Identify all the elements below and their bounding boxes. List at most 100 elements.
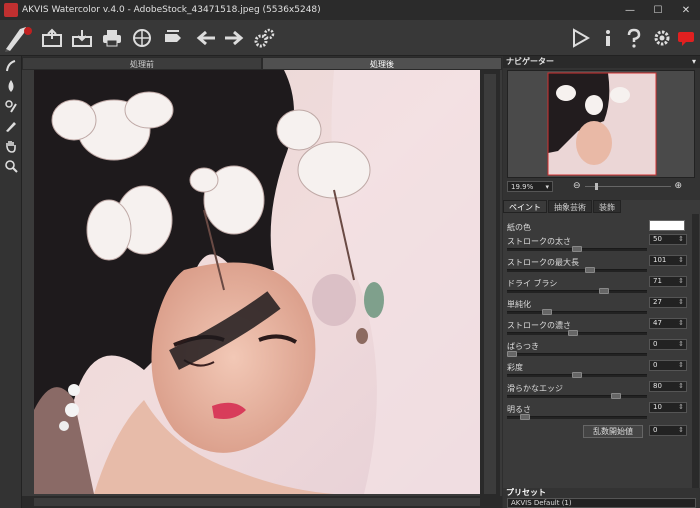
- smooth-edges-thumb[interactable]: [611, 393, 621, 399]
- simplification-slider[interactable]: [507, 311, 647, 314]
- stroke-direction-tool-icon[interactable]: [0, 56, 22, 76]
- dry-brush-slider[interactable]: [507, 290, 647, 293]
- param-dry-brush: ドライ ブラシ 71: [503, 276, 689, 297]
- brightness-field[interactable]: 10: [649, 402, 687, 413]
- tab-decoration[interactable]: 装飾: [593, 200, 621, 213]
- dry-brush-field[interactable]: 71: [649, 276, 687, 287]
- smooth-edges-slider[interactable]: [507, 395, 647, 398]
- main-toolbar: [0, 20, 700, 56]
- feedback-message-icon[interactable]: [674, 26, 698, 50]
- stroke-density-thumb[interactable]: [568, 330, 579, 336]
- maximize-button[interactable]: ☐: [644, 0, 672, 20]
- param-stroke-max-length: ストロークの最大長 101: [503, 255, 689, 276]
- close-button[interactable]: ✕: [672, 0, 700, 20]
- settings-gear-icon[interactable]: [650, 26, 674, 50]
- fragment-tool-icon[interactable]: [0, 96, 22, 116]
- zoom-controls: 19.9% ▾ ⊖ ⊕: [503, 180, 700, 192]
- zoom-select[interactable]: 19.9% ▾: [507, 180, 553, 192]
- vertical-scroll-thumb[interactable]: [484, 74, 496, 494]
- preset-title: プリセット: [506, 488, 546, 497]
- param-smooth-edges: 滑らかなエッジ 80: [503, 381, 689, 402]
- stroke-density-label: ストロークの濃さ: [507, 321, 571, 330]
- stroke-thickness-label: ストロークの太さ: [507, 237, 571, 246]
- simplification-thumb[interactable]: [542, 309, 553, 315]
- param-stroke-density: ストロークの濃さ 47: [503, 318, 689, 339]
- preset-select[interactable]: AKVIS Default (1): [507, 498, 696, 508]
- horizontal-scroll-thumb[interactable]: [34, 498, 480, 506]
- saturation-label: 彩度: [507, 363, 523, 372]
- param-simplification: 単純化 27: [503, 297, 689, 318]
- zoom-tool-icon[interactable]: [0, 156, 22, 176]
- drop-tool-icon[interactable]: [0, 76, 22, 96]
- unevenness-field[interactable]: 0: [649, 339, 687, 350]
- batch-processing-icon[interactable]: [162, 26, 186, 50]
- right-panel: ナビゲーター ▾ 19.9% ▾ ⊖ ⊕ ペイント 抽象芸術 装飾 紙の色 スト…: [503, 56, 700, 508]
- print-icon[interactable]: [100, 26, 124, 50]
- paper-color-swatch[interactable]: [649, 220, 685, 231]
- minimize-button[interactable]: —: [616, 0, 644, 20]
- run-processing-icon[interactable]: [568, 26, 592, 50]
- zoom-slider[interactable]: [584, 183, 671, 190]
- processed-image: [34, 70, 480, 494]
- navigator-preview[interactable]: [507, 70, 695, 178]
- preferences-gears-icon[interactable]: [252, 26, 276, 50]
- param-unevenness: ばらつき 0: [503, 339, 689, 360]
- brush-tool-icon[interactable]: [0, 116, 22, 136]
- unevenness-slider[interactable]: [507, 353, 647, 356]
- stroke-max-length-label: ストロークの最大長: [507, 258, 579, 267]
- smooth-edges-field[interactable]: 80: [649, 381, 687, 392]
- window-title: AKVIS Watercolor v.4.0 - AdobeStock_4347…: [22, 5, 321, 15]
- brightness-thumb[interactable]: [520, 414, 530, 420]
- unevenness-thumb[interactable]: [507, 351, 517, 357]
- navigator-header: ナビゲーター ▾: [503, 56, 700, 68]
- tab-paint[interactable]: ペイント: [503, 200, 547, 213]
- dry-brush-label: ドライ ブラシ: [507, 279, 558, 288]
- hand-tool-icon[interactable]: [0, 136, 22, 156]
- settings-scrollbar[interactable]: [692, 214, 699, 488]
- param-random-seed: 乱数開始値 0: [503, 425, 689, 446]
- tools-panel: [0, 56, 22, 508]
- help-icon[interactable]: [622, 26, 646, 50]
- zoom-in-icon[interactable]: ⊕: [675, 181, 683, 191]
- watercolor-brush-logo-icon: [2, 23, 36, 53]
- stroke-thickness-thumb[interactable]: [572, 246, 582, 252]
- saturation-field[interactable]: 0: [649, 360, 687, 371]
- panel-menu-icon[interactable]: ▾: [692, 56, 700, 68]
- stroke-density-field[interactable]: 47: [649, 318, 687, 329]
- undo-arrow-icon[interactable]: [194, 26, 218, 50]
- zoom-out-icon[interactable]: ⊖: [573, 181, 581, 191]
- open-file-icon[interactable]: [40, 26, 64, 50]
- view-tabs: 処理前 処理後: [22, 57, 502, 70]
- save-file-icon[interactable]: [70, 26, 94, 50]
- simplification-field[interactable]: 27: [649, 297, 687, 308]
- dry-brush-thumb[interactable]: [599, 288, 610, 294]
- zoom-value: 19.9%: [511, 182, 534, 191]
- tab-before[interactable]: 処理前: [22, 57, 262, 70]
- share-globe-icon[interactable]: [130, 26, 154, 50]
- param-brightness: 明るさ 10: [503, 402, 689, 423]
- stroke-thickness-field[interactable]: 50: [649, 234, 687, 245]
- title-bar: AKVIS Watercolor v.4.0 - AdobeStock_4347…: [0, 0, 700, 20]
- stroke-max-length-thumb[interactable]: [585, 267, 595, 273]
- random-seed-button[interactable]: 乱数開始値: [583, 425, 643, 438]
- stroke-max-length-field[interactable]: 101: [649, 255, 687, 266]
- stroke-max-length-slider[interactable]: [507, 269, 647, 272]
- random-seed-field[interactable]: 0: [649, 425, 687, 436]
- tab-abstract-art[interactable]: 抽象芸術: [548, 200, 592, 213]
- canvas-vertical-scrollbar[interactable]: [480, 70, 500, 498]
- app-icon: [4, 3, 18, 17]
- redo-arrow-icon[interactable]: [222, 26, 246, 50]
- navigator-title: ナビゲーター: [506, 57, 554, 66]
- image-canvas[interactable]: [22, 70, 502, 498]
- saturation-thumb[interactable]: [572, 372, 582, 378]
- smooth-edges-label: 滑らかなエッジ: [507, 384, 563, 393]
- preset-section: プリセット AKVIS Default (1): [503, 488, 700, 508]
- simplification-label: 単純化: [507, 300, 531, 309]
- zoom-slider-thumb[interactable]: [594, 183, 598, 190]
- chevron-down-icon: ▾: [545, 182, 549, 191]
- info-icon[interactable]: [596, 26, 620, 50]
- param-saturation: 彩度 0: [503, 360, 689, 381]
- canvas-horizontal-scrollbar[interactable]: [22, 496, 502, 508]
- tab-after[interactable]: 処理後: [262, 57, 502, 70]
- param-stroke-thickness: ストロークの太さ 50: [503, 234, 689, 255]
